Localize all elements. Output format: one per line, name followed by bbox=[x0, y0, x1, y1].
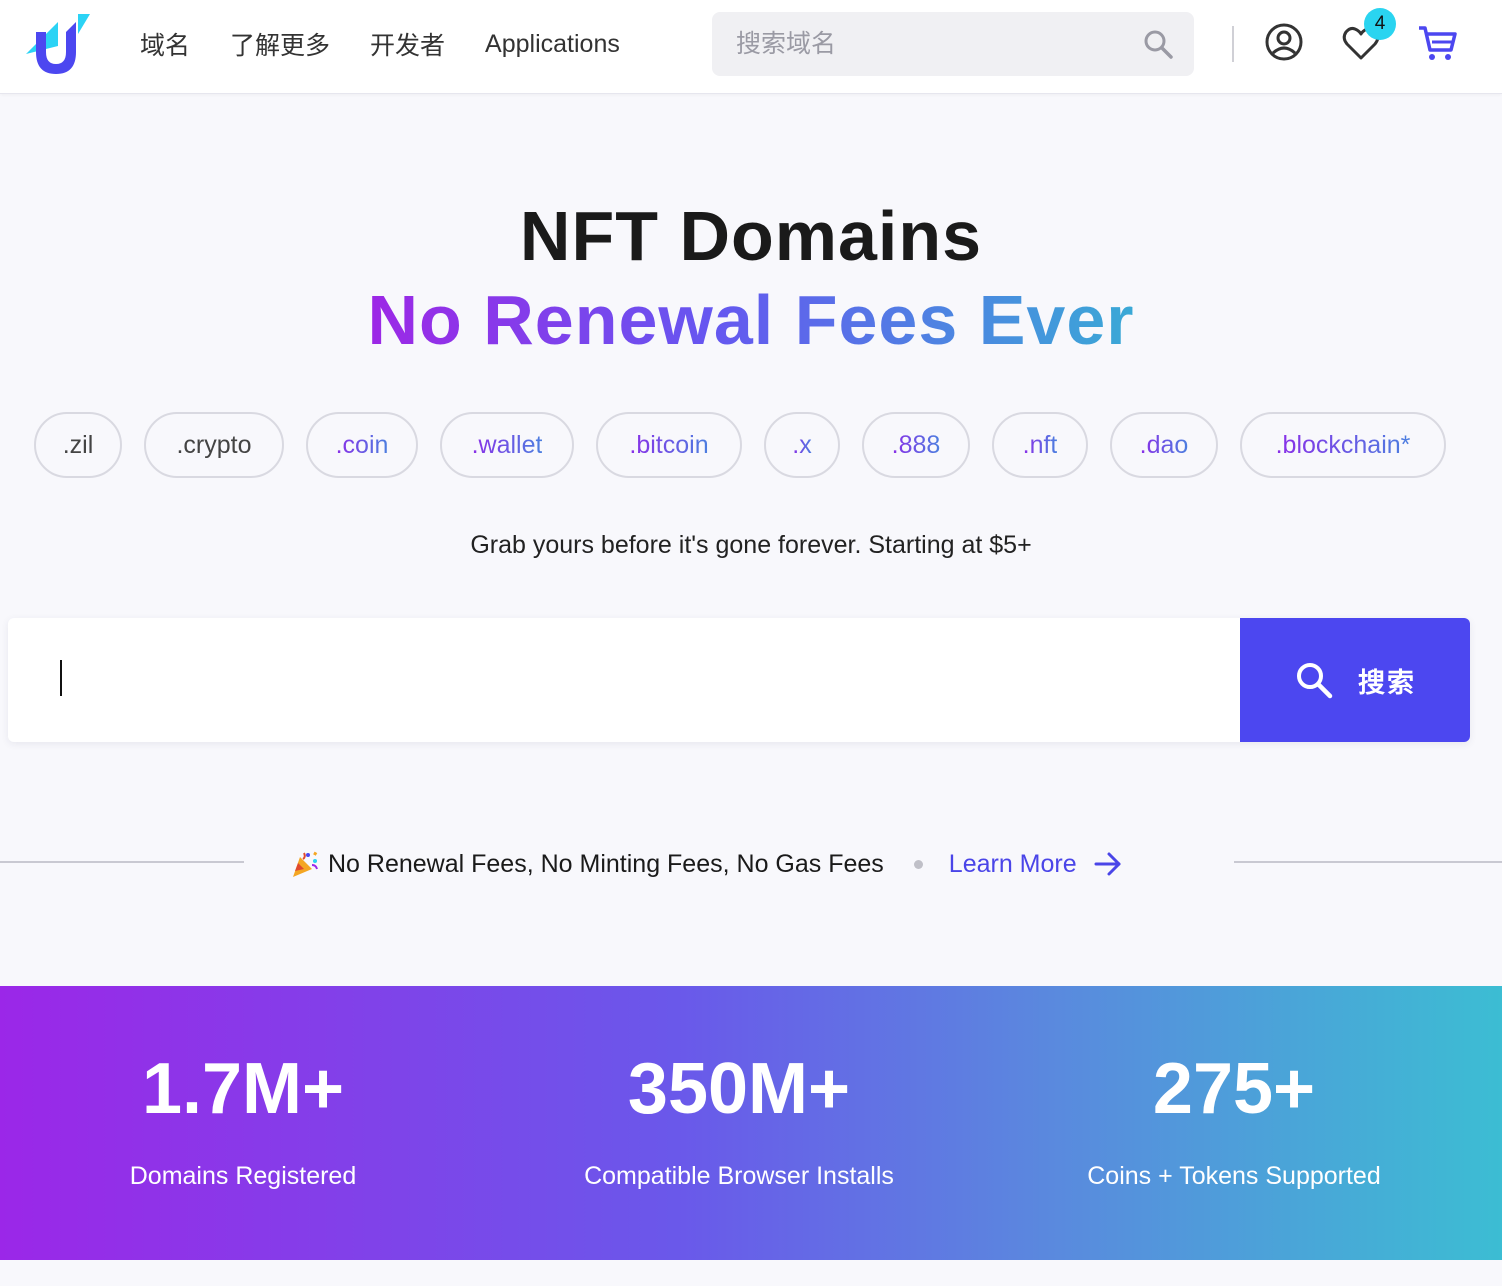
hero-subtitle: No Renewal Fees Ever bbox=[0, 280, 1502, 360]
header-divider bbox=[1232, 26, 1234, 62]
hero-tagline: Grab yours before it's gone forever. Sta… bbox=[470, 531, 1032, 559]
cart-icon[interactable] bbox=[1416, 22, 1458, 64]
search-button[interactable]: 搜索 bbox=[1240, 618, 1470, 742]
unstoppable-logo[interactable] bbox=[22, 12, 90, 76]
tld-chip-dao[interactable]: .dao bbox=[1110, 412, 1218, 478]
stat-value: 1.7M+ bbox=[141, 1049, 345, 1129]
learn-more-label: Learn More bbox=[948, 849, 1077, 878]
tld-chip-wallet[interactable]: .wallet bbox=[440, 412, 574, 478]
search-icon bbox=[1297, 663, 1333, 699]
nav-learn-more[interactable]: 了解更多 bbox=[230, 26, 330, 62]
search-icon[interactable] bbox=[1142, 28, 1174, 60]
domain-search-box: 搜索 bbox=[8, 618, 1470, 742]
stat-value: 350M+ bbox=[627, 1049, 851, 1129]
promo-separator-dot bbox=[913, 859, 923, 869]
learn-more-link[interactable]: Learn More bbox=[949, 849, 1123, 879]
tld-chip-label: .zil bbox=[62, 430, 94, 459]
text-caret bbox=[60, 660, 62, 696]
promo-banner: No Renewal Fees, No Minting Fees, No Gas… bbox=[290, 844, 1123, 884]
tld-chip-label: .888 bbox=[891, 430, 941, 459]
header-search-box bbox=[712, 12, 1194, 76]
tld-chip-crypto[interactable]: .crypto bbox=[144, 412, 284, 478]
stat-label: Domains Registered bbox=[129, 1162, 357, 1190]
tld-chip-label: .dao bbox=[1139, 430, 1189, 459]
search-button-label: 搜索 bbox=[1358, 667, 1416, 698]
tld-chip-label: .nft bbox=[1022, 430, 1058, 459]
tld-chip-bitcoin[interactable]: .bitcoin bbox=[596, 412, 742, 478]
party-popper-icon bbox=[293, 851, 318, 877]
tld-chip-row: .zil .crypto .coin .wallet .bitcoin .x .… bbox=[34, 412, 1446, 478]
tld-chip-blockchain[interactable]: .blockchain* bbox=[1240, 412, 1446, 478]
tld-chip-label: .coin bbox=[335, 430, 389, 459]
tld-chip-coin[interactable]: .coin bbox=[306, 412, 418, 478]
tld-chip-label: .blockchain* bbox=[1275, 430, 1411, 459]
stat-value: 275+ bbox=[1152, 1049, 1316, 1129]
top-header: 域名 了解更多 开发者 Applications 4 bbox=[0, 0, 1502, 94]
header-search-input[interactable] bbox=[712, 29, 1122, 59]
page-bottom-strip bbox=[0, 1260, 1502, 1286]
tld-chip-label: .x bbox=[792, 430, 812, 459]
tld-chip-label: .bitcoin bbox=[629, 430, 709, 459]
favorites-count-badge: 4 bbox=[1364, 8, 1396, 40]
nav-applications[interactable]: Applications bbox=[485, 30, 620, 59]
tld-chip-nft[interactable]: .nft bbox=[992, 412, 1088, 478]
tld-chip-888[interactable]: .888 bbox=[862, 412, 970, 478]
stat-label: Compatible Browser Installs bbox=[584, 1162, 894, 1190]
tld-chip-x[interactable]: .x bbox=[764, 412, 840, 478]
stats-banner: 1.7M+ Domains Registered 350M+ Compatibl… bbox=[0, 986, 1502, 1260]
promo-divider-left bbox=[0, 861, 244, 863]
promo-text: No Renewal Fees, No Minting Fees, No Gas… bbox=[328, 849, 884, 878]
domain-search-input[interactable] bbox=[60, 648, 1210, 712]
tld-chip-zil[interactable]: .zil bbox=[34, 412, 122, 478]
main-nav: 域名 了解更多 开发者 Applications bbox=[140, 0, 660, 88]
stat-label: Coins + Tokens Supported bbox=[1087, 1162, 1381, 1190]
hero-title: NFT Domains bbox=[519, 197, 983, 275]
nav-domains[interactable]: 域名 bbox=[140, 26, 190, 62]
arrow-right-icon bbox=[1094, 852, 1121, 876]
hero-subtitle-text: No Renewal Fees Ever bbox=[367, 281, 1135, 359]
promo-divider-right bbox=[1234, 861, 1502, 863]
account-circle-icon[interactable] bbox=[1264, 22, 1304, 62]
tld-chip-label: .crypto bbox=[176, 430, 252, 459]
nav-developers[interactable]: 开发者 bbox=[370, 26, 445, 62]
tld-chip-label: .wallet bbox=[471, 430, 543, 459]
